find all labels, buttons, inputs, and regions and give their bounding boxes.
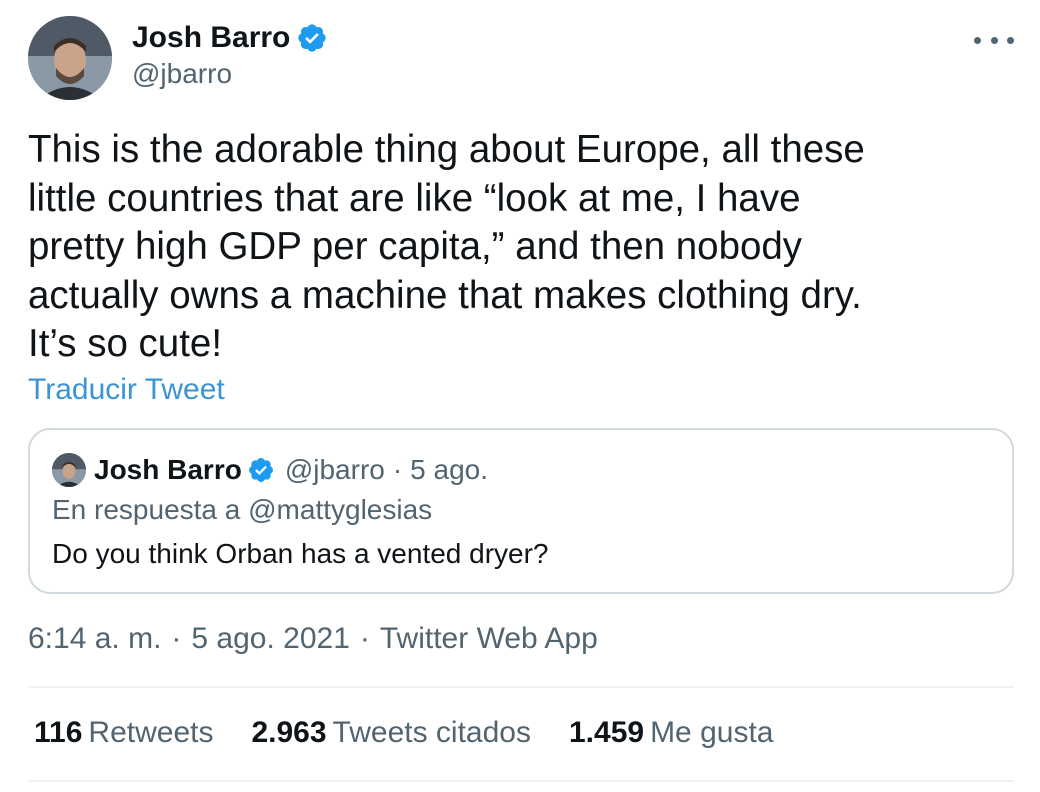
tweet-stats: 116 Retweets 2.963 Tweets citados 1.459 Me … [34, 716, 811, 750]
divider [28, 780, 1014, 782]
likes-count: 1.459 [568, 716, 645, 749]
quoted-author-handle: @jbarro [284, 454, 385, 485]
likes-stat[interactable]: 1.459 Me gusta [569, 716, 773, 750]
tweet-time[interactable]: 6:14 a. m. [28, 622, 161, 656]
retweets-label: Retweets [88, 716, 214, 749]
quote-tweets-stat[interactable]: 2.963 Tweets citados [251, 716, 531, 750]
author-handle[interactable]: @jbarro [132, 58, 328, 90]
retweets-count: 116 [34, 716, 83, 749]
meta-separator: · [171, 622, 182, 655]
author-name[interactable]: Josh Barro [132, 21, 290, 55]
quoted-author-name: Josh Barro [94, 454, 242, 485]
tweet-date[interactable]: 5 ago. 2021 [191, 622, 349, 656]
likes-label: Me gusta [650, 716, 774, 749]
quote-tweets-count: 2.963 [251, 716, 327, 749]
quoted-text: Do you think Orban has a vented dryer? [52, 538, 549, 569]
quoted-date: 5 ago. [410, 454, 489, 485]
meta-separator: · [359, 622, 370, 655]
author-avatar[interactable] [28, 16, 112, 100]
verified-badge-icon [296, 22, 328, 54]
more-options-icon[interactable] [974, 26, 1014, 54]
quote-tweets-label: Tweets citados [332, 716, 531, 749]
divider [28, 686, 1014, 688]
quoted-reply-to: En respuesta a @mattyglesias [52, 494, 433, 525]
translate-tweet-link[interactable]: Traducir Tweet [28, 373, 225, 407]
retweets-stat[interactable]: 116 Retweets [34, 716, 213, 750]
verified-badge-icon [247, 456, 275, 484]
author-block: Josh Barro @jbarro [132, 18, 328, 90]
tweet-meta: 6:14 a. m. · 5 ago. 2021 · Twitter Web A… [28, 622, 598, 656]
tweet-text: This is the adorable thing about Europe,… [28, 128, 865, 365]
quoted-separator: · [392, 454, 403, 485]
tweet-source[interactable]: Twitter Web App [380, 622, 598, 656]
quoted-author-avatar [52, 453, 86, 487]
quoted-tweet[interactable]: Josh Barro @jbarro · 5 ago. En respuesta… [28, 428, 1014, 594]
